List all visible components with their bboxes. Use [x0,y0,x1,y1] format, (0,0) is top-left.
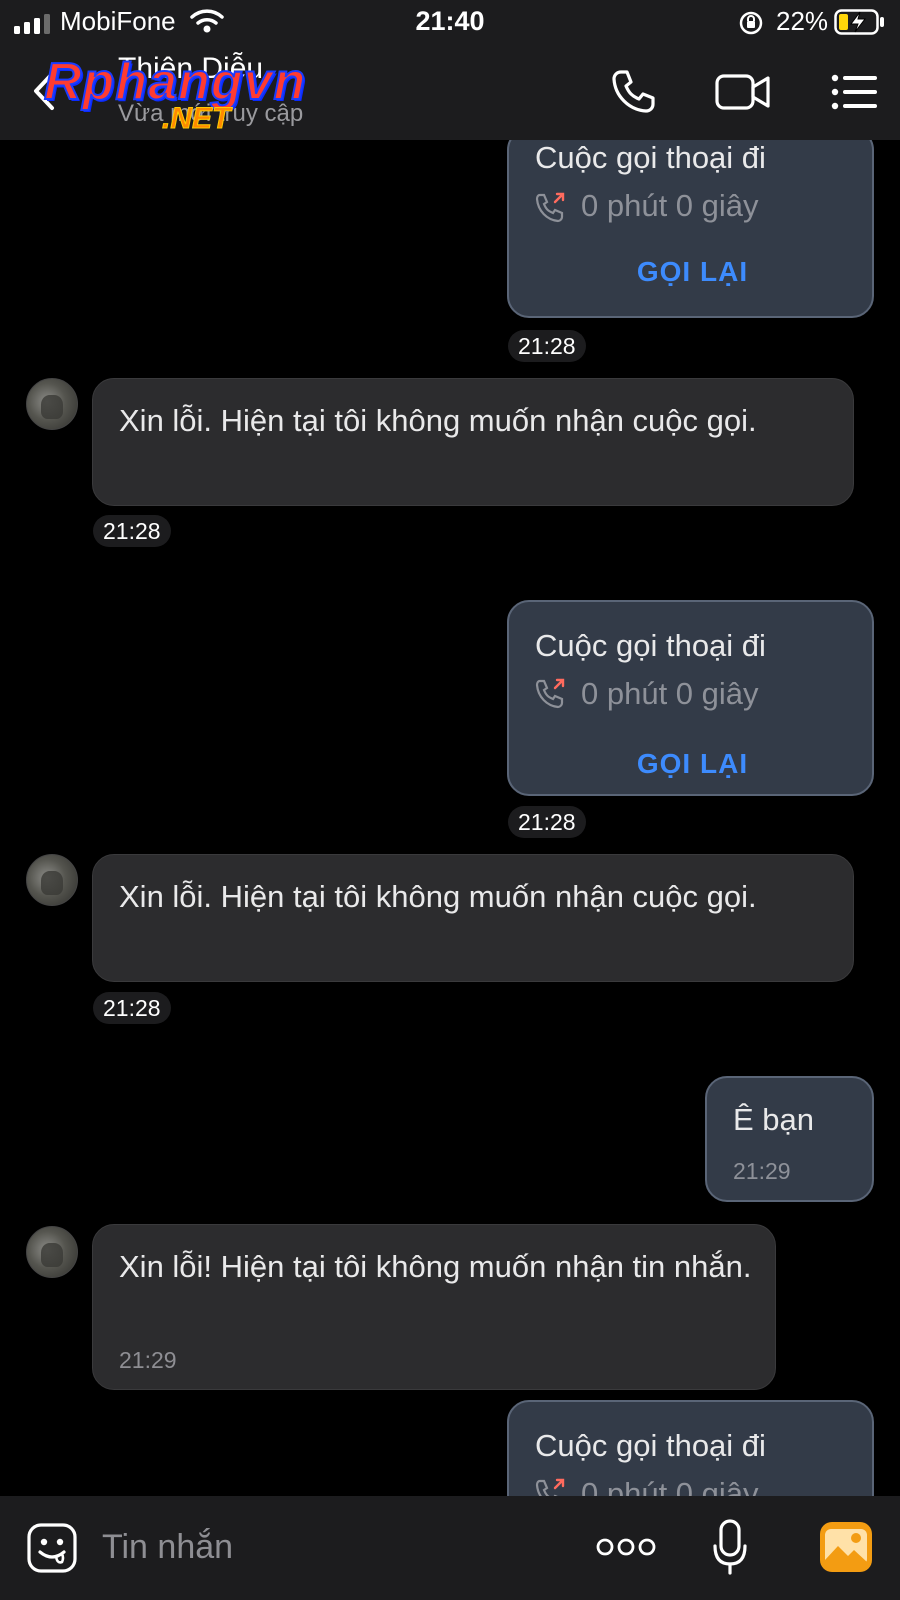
status-bar: MobiFone 21:40 22% [0,0,900,44]
message-text: Ê bạn [733,1102,815,1137]
call-duration: 0 phút 0 giây [581,676,759,711]
message-input[interactable] [102,1522,562,1572]
message-text: Xin lỗi. Hiện tại tôi không muốn nhận cu… [119,403,757,438]
contact-avatar[interactable] [26,1226,78,1278]
outgoing-call-bubble[interactable]: Cuộc gọi thoại đi 0 phút 0 giây [507,1400,874,1496]
more-options-icon[interactable] [596,1536,656,1558]
call-duration: 0 phút 0 giây [581,1476,759,1496]
message-time: 21:28 [93,992,171,1024]
message-input-bar [0,1496,900,1600]
contact-avatar[interactable] [26,854,78,906]
video-camera-icon[interactable] [714,66,772,118]
chat-header: Thiên Diễu Vừa mới truy cập [0,44,900,140]
message-time: 21:28 [508,806,586,838]
message-time: 21:29 [733,1158,791,1184]
image-gallery-icon[interactable] [818,1520,874,1574]
contact-avatar[interactable] [26,378,78,430]
message-list[interactable]: Cuộc gọi thoại đi 0 phút 0 giây GỌI LẠI … [0,140,900,1496]
phone-icon[interactable] [607,66,659,118]
incoming-message-bubble[interactable]: Xin lỗi. Hiện tại tôi không muốn nhận cu… [92,378,854,506]
contact-status: Vừa mới truy cập [118,100,304,127]
outgoing-call-bubble[interactable]: Cuộc gọi thoại đi 0 phút 0 giây GỌI LẠI [507,140,874,318]
message-text: Xin lỗi! Hiện tại tôi không muốn nhận ti… [119,1249,752,1284]
outgoing-call-icon [535,678,565,709]
call-back-button[interactable]: GỌI LẠI [509,748,876,780]
call-title: Cuộc gọi thoại đi [535,628,766,663]
sticker-icon[interactable] [26,1522,78,1574]
back-chevron-icon[interactable] [24,66,64,116]
incoming-message-bubble[interactable]: Xin lỗi! Hiện tại tôi không muốn nhận ti… [92,1224,776,1390]
rotation-lock-icon [739,11,763,35]
incoming-message-bubble[interactable]: Xin lỗi. Hiện tại tôi không muốn nhận cu… [92,854,854,982]
call-title: Cuộc gọi thoại đi [535,1428,766,1463]
microphone-icon[interactable] [712,1518,748,1576]
outgoing-call-bubble[interactable]: Cuộc gọi thoại đi 0 phút 0 giây GỌI LẠI [507,600,874,796]
call-title: Cuộc gọi thoại đi [535,140,766,175]
outgoing-call-icon [535,192,565,223]
outgoing-call-icon [535,1478,565,1496]
call-duration: 0 phút 0 giây [581,188,759,223]
call-back-button[interactable]: GỌI LẠI [509,256,876,288]
message-text: Xin lỗi. Hiện tại tôi không muốn nhận cu… [119,879,757,914]
message-time: 21:28 [508,330,586,362]
menu-list-icon[interactable] [829,66,881,118]
outgoing-message-bubble[interactable]: Ê bạn 21:29 [705,1076,874,1202]
clock: 21:40 [415,6,485,36]
battery-charging-icon [834,9,884,35]
message-time: 21:28 [93,515,171,547]
battery-percent: 22% [776,6,829,36]
contact-name[interactable]: Thiên Diễu [118,52,263,86]
message-time: 21:29 [119,1347,177,1373]
